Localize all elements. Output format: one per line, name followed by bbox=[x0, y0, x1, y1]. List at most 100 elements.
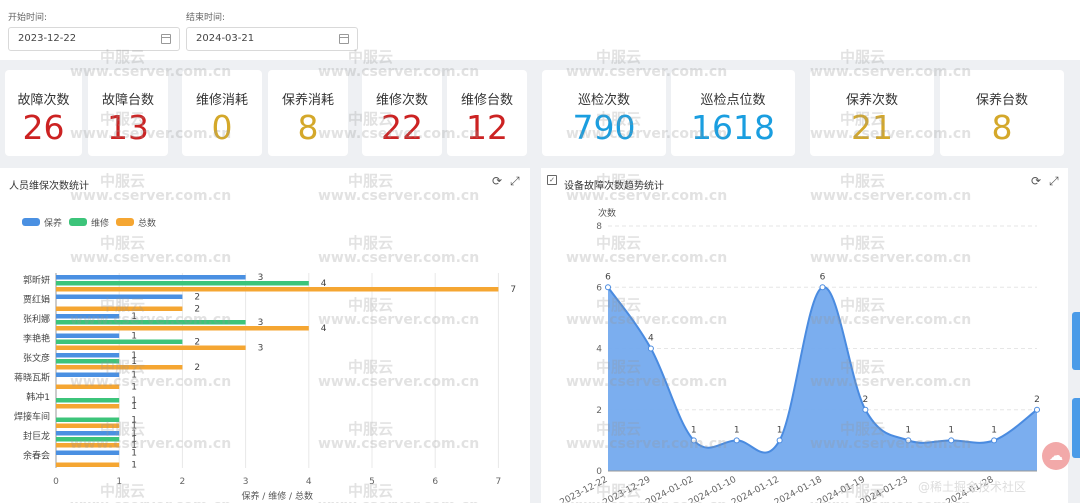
y-tick-label: 焊接车间 bbox=[14, 410, 50, 422]
upload-cloud-icon[interactable]: ☁ bbox=[1042, 442, 1070, 470]
bar bbox=[56, 345, 246, 350]
bar bbox=[56, 359, 120, 364]
stat-card: 故障次数 26 bbox=[5, 70, 82, 156]
data-point bbox=[647, 345, 654, 352]
y-tick-label: 张利娜 bbox=[23, 313, 50, 325]
y-tick-label: 封巨龙 bbox=[23, 430, 50, 442]
data-point bbox=[776, 437, 783, 444]
credit-text: @稀土掘金技术社区 bbox=[918, 480, 1027, 494]
data-label: 1 bbox=[131, 461, 137, 471]
side-tab[interactable] bbox=[1072, 398, 1080, 458]
bar bbox=[56, 372, 120, 377]
stat-value: 0 bbox=[211, 108, 233, 147]
y-tick-label: 韩冲1 bbox=[26, 391, 50, 403]
bar bbox=[56, 365, 183, 370]
stat-value: 8 bbox=[991, 108, 1013, 147]
data-label: 1 bbox=[131, 383, 137, 393]
legend-swatch bbox=[22, 218, 40, 226]
stat-label: 故障次数 bbox=[17, 93, 70, 108]
x-tick-label: 6 bbox=[432, 477, 438, 487]
data-point bbox=[1034, 406, 1040, 413]
x-tick-label: 2024-01-23 bbox=[859, 475, 910, 503]
data-label: 1 bbox=[991, 425, 997, 435]
calendar-icon[interactable] bbox=[339, 34, 349, 44]
y-tick-label: 8 bbox=[596, 222, 602, 232]
bar bbox=[56, 404, 120, 409]
stat-value: 790 bbox=[572, 108, 636, 147]
end-date-input[interactable]: 2024-03-21 bbox=[186, 27, 358, 51]
data-point bbox=[690, 437, 697, 444]
y-tick-label: 张文彦 bbox=[23, 352, 50, 364]
stat-card: 维修消耗 0 bbox=[182, 70, 262, 156]
x-tick-label: 2 bbox=[180, 477, 186, 487]
data-label: 2 bbox=[194, 305, 200, 315]
data-point bbox=[905, 437, 912, 444]
data-label: 2 bbox=[1034, 395, 1040, 405]
stat-card: 巡检次数 790 bbox=[542, 70, 666, 156]
stat-label: 保养次数 bbox=[845, 93, 898, 108]
data-label: 6 bbox=[820, 272, 826, 282]
data-label: 4 bbox=[648, 334, 654, 344]
bar bbox=[56, 281, 309, 286]
data-point bbox=[948, 437, 955, 444]
y-tick-label: 郭昕妍 bbox=[23, 274, 50, 286]
bar bbox=[56, 333, 120, 338]
stat-value: 1618 bbox=[691, 108, 775, 147]
y-tick-label: 李艳艳 bbox=[23, 332, 50, 344]
start-date-field: 开始时间: 2023-12-22 bbox=[8, 10, 180, 51]
stat-value: 21 bbox=[851, 108, 893, 147]
calendar-icon[interactable] bbox=[161, 34, 171, 44]
stat-card: 巡检点位数 1618 bbox=[671, 70, 795, 156]
bar bbox=[56, 423, 120, 428]
fault-trend-panel: ✓ 设备故障次数趋势统计 ⟳ ⤢ 次数 0 2 4 6 8 6 4 1 1 1 6 2 1 1 1 2 2023-… bbox=[541, 168, 1068, 503]
stat-card: 维修次数 22 bbox=[362, 70, 442, 156]
y-tick-label: 余春会 bbox=[23, 449, 50, 461]
bar bbox=[56, 431, 120, 436]
bar bbox=[56, 339, 183, 344]
bar bbox=[56, 326, 309, 331]
stat-label: 巡检点位数 bbox=[700, 93, 766, 108]
stat-label: 巡检次数 bbox=[577, 93, 630, 108]
legend-label: 保养 bbox=[44, 217, 62, 229]
stat-card: 维修台数 12 bbox=[447, 70, 527, 156]
data-point bbox=[862, 406, 869, 413]
bar bbox=[56, 294, 183, 299]
bar bbox=[56, 443, 120, 448]
stat-label: 维修次数 bbox=[375, 93, 428, 108]
data-label: 1 bbox=[691, 425, 697, 435]
data-label: 2 bbox=[194, 363, 200, 373]
bar bbox=[56, 417, 120, 422]
data-label: 6 bbox=[605, 272, 611, 282]
data-label: 1 bbox=[131, 402, 137, 412]
data-point bbox=[605, 284, 611, 291]
bar bbox=[56, 462, 120, 467]
bar bbox=[56, 450, 120, 455]
stat-label: 保养台数 bbox=[975, 93, 1028, 108]
x-tick-label: 0 bbox=[53, 477, 59, 487]
area-chart: 次数02468641 1 1621 1 122023-12-222023-12-2920… bbox=[559, 207, 1040, 503]
data-point bbox=[991, 437, 998, 444]
y-tick-label: 2 bbox=[596, 406, 602, 416]
data-label: 4 bbox=[321, 324, 327, 334]
stat-label: 维修消耗 bbox=[195, 93, 248, 108]
maintenance-count-panel: 人员维保次数统计 ⟳ ⤢ 保养 维修 总数 0 1 2 3 4 5 6 7 保养 / 维修 / 总数郭… bbox=[0, 168, 530, 503]
x-tick-label: 5 bbox=[369, 477, 375, 487]
bar bbox=[56, 353, 120, 358]
bar bbox=[56, 320, 246, 325]
stat-value: 12 bbox=[466, 108, 508, 147]
stat-value: 22 bbox=[381, 108, 423, 147]
x-axis-label: 保养 / 维修 / 总数 bbox=[241, 490, 313, 502]
stat-value: 26 bbox=[22, 108, 65, 147]
data-point bbox=[819, 284, 826, 291]
data-label: 2 bbox=[863, 395, 869, 405]
data-label: 1 bbox=[905, 425, 911, 435]
start-date-input[interactable]: 2023-12-22 bbox=[8, 27, 180, 51]
side-tab[interactable] bbox=[1072, 312, 1080, 370]
legend-swatch bbox=[69, 218, 87, 226]
data-label: 3 bbox=[258, 344, 264, 354]
y-tick-label: 4 bbox=[596, 345, 602, 355]
bar bbox=[56, 287, 499, 292]
stat-value: 8 bbox=[297, 108, 319, 147]
stat-card: 保养台数 8 bbox=[940, 70, 1064, 156]
x-tick-label: 7 bbox=[496, 477, 502, 487]
